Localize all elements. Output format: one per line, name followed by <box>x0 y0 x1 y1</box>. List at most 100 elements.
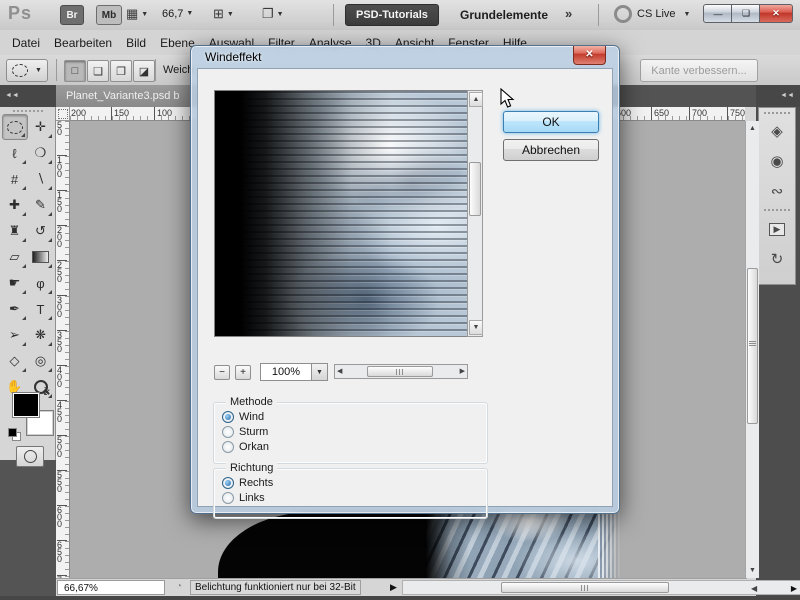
horizontal-scroll-thumb[interactable] <box>501 582 669 593</box>
refine-edge-button[interactable]: Kante verbessern... <box>640 59 758 82</box>
panel-grip[interactable] <box>764 112 790 114</box>
radio-button[interactable] <box>222 426 234 438</box>
ruler-label: 3 5 0 <box>57 330 67 354</box>
ruler-origin[interactable] <box>56 107 70 121</box>
scroll-down-icon[interactable]: ▼ <box>469 320 483 335</box>
window-restore-button[interactable]: ❏ <box>731 4 761 23</box>
foreground-color-swatch[interactable] <box>12 392 40 418</box>
menu-item-ebene[interactable]: Ebene <box>160 36 195 50</box>
new-selection-button[interactable]: □ <box>64 60 86 82</box>
cancel-button[interactable]: Abbrechen <box>503 139 599 161</box>
zoom-in-button[interactable]: + <box>235 365 251 380</box>
add-to-selection-button[interactable]: ❏ <box>87 60 109 82</box>
custom-shape-tool[interactable]: ❋ <box>28 322 54 348</box>
scroll-down-icon[interactable]: ▼ <box>746 564 759 577</box>
scroll-up-icon[interactable]: ▲ <box>469 92 483 107</box>
radio-option-orkan[interactable]: Orkan <box>222 441 269 453</box>
eraser-tool[interactable]: ▱ <box>2 244 28 270</box>
panel-dock-collapse-button[interactable]: ◄◄ <box>756 85 800 107</box>
quick-mask-button[interactable] <box>16 446 44 467</box>
eyedropper-tool[interactable]: ∖ <box>28 166 54 192</box>
toolbar-divider <box>598 4 599 26</box>
status-zoom-field[interactable]: 66,67% <box>57 580 165 595</box>
elliptical-marquee-tool[interactable] <box>1 114 28 140</box>
scroll-right-icon[interactable]: ▶ <box>791 584 797 593</box>
radio-label: Sturm <box>239 426 269 438</box>
radio-option-links[interactable]: Links <box>222 492 265 504</box>
3d-rotate-tool[interactable]: ◇ <box>2 348 28 374</box>
brush-tool[interactable]: ✎ <box>28 192 54 218</box>
history-brush-tool[interactable]: ↺ <box>28 218 54 244</box>
zoom-out-button[interactable]: − <box>214 365 230 380</box>
dialog-close-button[interactable]: ✕ <box>573 46 606 65</box>
tools-panel-collapse-button[interactable]: ◄◄ <box>0 85 56 107</box>
history-panel-icon[interactable]: ↻ <box>759 246 795 272</box>
status-flyout-arrow[interactable]: ▶ <box>390 582 397 593</box>
gradient-tool[interactable] <box>28 244 54 270</box>
scroll-right-icon[interactable]: ▶ <box>460 366 465 377</box>
type-tool[interactable]: T <box>28 296 54 322</box>
menu-item-bearbeiten[interactable]: Bearbeiten <box>54 36 112 50</box>
move-tool[interactable]: ✛ <box>28 114 54 140</box>
radio-button[interactable] <box>222 492 234 504</box>
launch-bridge-button[interactable]: Br <box>60 5 84 25</box>
smudge-tool[interactable]: ☛ <box>2 270 28 296</box>
layers-panel-icon[interactable]: ◈ <box>759 118 795 144</box>
workspace-overflow-chevron[interactable]: » <box>565 6 572 21</box>
preview-zoom-value[interactable]: 100% <box>260 363 312 381</box>
quick-selection-tool[interactable]: ❍ <box>28 140 54 166</box>
workspace-grundelemente-button[interactable]: Grundelemente <box>460 8 548 22</box>
canvas-horizontal-scrollbar[interactable]: ◀ ▶ <box>402 580 800 595</box>
radio-option-sturm[interactable]: Sturm <box>222 426 268 438</box>
channels-panel-icon[interactable]: ◉ <box>759 148 795 174</box>
dodge-tool[interactable]: φ <box>28 270 54 296</box>
subtract-from-selection-button[interactable]: ❐ <box>110 60 132 82</box>
healing-brush-tool[interactable]: ✚ <box>2 192 28 218</box>
canvas-vertical-scrollbar[interactable]: ▲ ▼ <box>745 121 759 578</box>
ruler-label: 5 0 <box>57 121 67 137</box>
radio-button[interactable] <box>222 411 234 423</box>
zoom-level-control[interactable]: 66,7 ▼ <box>162 8 193 20</box>
3d-camera-tool[interactable]: ◎ <box>28 348 54 374</box>
chevron-down-icon: ▼ <box>35 67 42 74</box>
feather-label: Weich <box>163 64 194 76</box>
ruler-label: 100 <box>154 107 172 120</box>
launch-mini-bridge-button[interactable]: Mb <box>96 5 122 25</box>
menu-item-datei[interactable]: Datei <box>12 36 40 50</box>
intersect-selection-button[interactable]: ◪ <box>133 60 155 82</box>
clone-stamp-tool[interactable]: ♜ <box>2 218 28 244</box>
scroll-up-icon[interactable]: ▲ <box>746 122 759 135</box>
tool-preset-picker[interactable]: ▼ <box>6 59 48 82</box>
radio-option-wind[interactable]: Wind <box>222 411 264 423</box>
options-divider <box>155 59 156 81</box>
panel-grip[interactable] <box>12 110 43 112</box>
preview-hscroll-thumb[interactable] <box>367 366 433 377</box>
radio-button[interactable] <box>222 441 234 453</box>
path-selection-tool[interactable]: ➢ <box>2 322 28 348</box>
scroll-left-icon[interactable]: ◀ <box>337 366 342 377</box>
screen-mode-button[interactable]: ❐ ▼ <box>262 6 284 22</box>
workspace-psd-tutorials-button[interactable]: PSD-Tutorials <box>345 4 439 26</box>
ruler-label: 2 5 0 <box>57 260 67 284</box>
vertical-scroll-thumb[interactable] <box>747 268 758 424</box>
actions-panel-icon[interactable]: ▶ <box>759 216 795 242</box>
menu-item-bild[interactable]: Bild <box>126 36 146 50</box>
preview-zoom-dropdown[interactable]: ▼ <box>311 363 328 381</box>
scroll-left-icon[interactable]: ◀ <box>751 584 757 593</box>
preview-horizontal-scrollbar[interactable]: ◀ ▶ <box>334 364 468 379</box>
radio-option-rechts[interactable]: Rechts <box>222 477 273 489</box>
arrange-documents-button[interactable]: ⊞ ▼ <box>213 6 234 22</box>
pen-tool[interactable]: ✒ <box>2 296 28 322</box>
cs-live-button[interactable]: CS Live ▼ <box>614 5 690 23</box>
default-colors-icon[interactable] <box>8 428 21 441</box>
paths-panel-icon[interactable]: ∾ <box>759 178 795 204</box>
window-minimize-button[interactable]: — <box>703 4 733 23</box>
radio-button[interactable] <box>222 477 234 489</box>
view-extras-button[interactable]: ▦ ▼ <box>126 6 148 22</box>
lasso-tool[interactable]: ℓ <box>2 140 28 166</box>
preview-vertical-scrollbar[interactable]: ▲ ▼ <box>467 90 483 337</box>
preview-vscroll-thumb[interactable] <box>469 162 481 216</box>
ruler-label: 4 0 0 <box>57 365 67 389</box>
crop-tool[interactable]: # <box>2 166 28 192</box>
window-close-button[interactable]: ✕ <box>759 4 793 23</box>
